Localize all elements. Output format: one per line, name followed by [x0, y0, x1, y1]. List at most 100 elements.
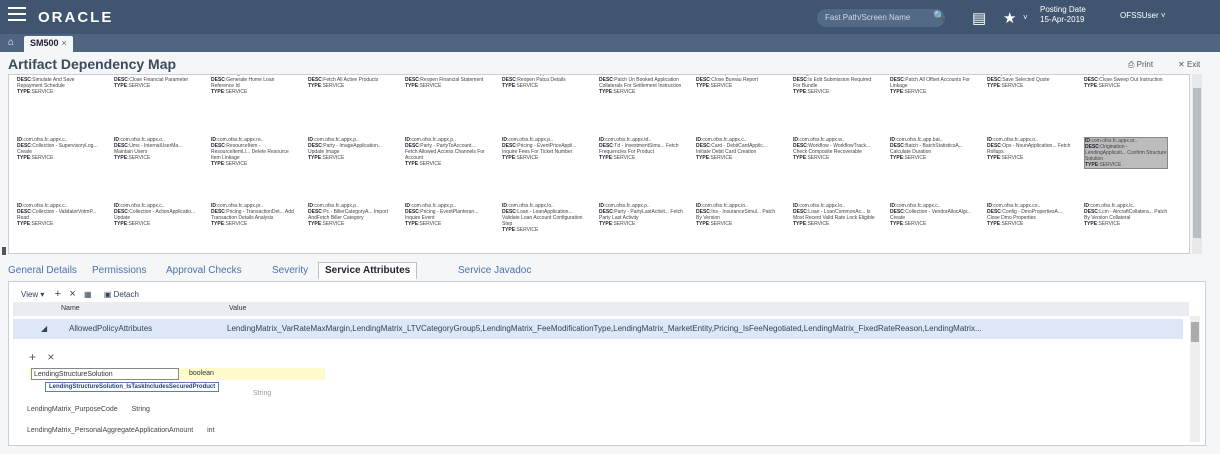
- dependency-card[interactable]: ID:com.ofss.fc.appx.or.. DESC:Origination…: [1084, 137, 1168, 169]
- dependency-card[interactable]: ID:com.ofss.fc.appx.w.. DESC:Workflow - W…: [793, 137, 877, 161]
- dependency-card[interactable]: ID:PatcaDetailsApp... DESC:Reopen Patca D…: [502, 75, 586, 89]
- card-desc: DESC:Config - DmoPropertiesA... Close Dm…: [987, 209, 1063, 221]
- list-icon[interactable]: ▤: [972, 9, 986, 27]
- attr-name: LendingMatrix_PurposeCode: [27, 406, 118, 413]
- dependency-card[interactable]: ID:BorrowingPower-... DESC:Generate Home …: [211, 75, 295, 95]
- dependency-card[interactable]: ID:com.ofss.fc.appx.c.. DESC:Card - Debit…: [696, 137, 780, 161]
- card-type: TYPE:SERVICE: [696, 155, 733, 161]
- autocomplete-suggestion[interactable]: LendingStructureSolution_IsTaskIncludesS…: [45, 382, 220, 392]
- table-header: Name Value: [13, 302, 1189, 316]
- posting-date-label: Posting Date: [1040, 5, 1086, 14]
- scroll-thumb[interactable]: [1191, 322, 1199, 342]
- star-icon[interactable]: ★: [1003, 9, 1016, 27]
- dependency-card[interactable]: ID:com.ofss.fc.appx.o.. DESC:Ums - Intern…: [114, 137, 198, 161]
- dependency-card[interactable]: ID:LoanScheduleSi... DESC:Simulate And Sa…: [17, 75, 101, 95]
- dependency-card[interactable]: ID:CollateralSettle... DESC:Patch Un Book…: [599, 75, 683, 95]
- card-desc: DESC:Patch Un Booked Application Collate…: [599, 77, 682, 89]
- tab-severity[interactable]: Severity: [272, 265, 308, 276]
- card-type: TYPE:SERVICE: [17, 221, 54, 227]
- delete-icon[interactable]: ×: [47, 350, 54, 364]
- scroll-thumb[interactable]: [1193, 88, 1201, 238]
- add-icon[interactable]: +: [55, 288, 61, 300]
- dependency-card[interactable]: ID:FinancialStatem... DESC:Reopen Financi…: [405, 75, 489, 89]
- dependency-card[interactable]: ID:com.ofss.fc.appx.p.. DESC:Party - Imag…: [308, 137, 392, 161]
- col-name-header[interactable]: Name: [61, 305, 80, 312]
- card-type: TYPE:SERVICE: [890, 89, 927, 95]
- delete-icon[interactable]: ×: [69, 288, 75, 300]
- dependency-card[interactable]: ID:com.ofss.fc.appx.lc.. DESC:Lcm - Aircr…: [1084, 203, 1168, 227]
- dependency-card[interactable]: ID:ProductMarkSel... DESC:Fetch All Activ…: [308, 75, 392, 89]
- card-desc: DESC:Lcm - AircraftCollatera... Patch By…: [1084, 209, 1168, 221]
- card-type: TYPE:SERVICE: [114, 221, 151, 227]
- dependency-card[interactable]: ID:com.ofss.fc.appx.o.. DESC:Ops - NounAp…: [987, 137, 1071, 161]
- dependency-card[interactable]: ID:com.ofss.fc.appx.pr.. DESC:Pricing - T…: [211, 203, 295, 227]
- dependency-card[interactable]: ID:com.ofss.fc.appx.p.. DESC:Pc - BillerC…: [308, 203, 392, 227]
- card-type: TYPE:SERVICE: [308, 83, 345, 89]
- dependency-card[interactable]: ID:SweepOutInstru... DESC:Close Sweep Out…: [1084, 75, 1168, 89]
- print-button[interactable]: ⎙ Print: [1128, 60, 1153, 70]
- tab-sm500[interactable]: SM500 ×: [24, 36, 73, 52]
- type-field[interactable]: boolean: [189, 368, 214, 380]
- dependency-card[interactable]: ID:com.ofss.fc.appx.in.. DESC:Ins - Insur…: [696, 203, 780, 227]
- exit-button[interactable]: ✕ Exit: [1178, 60, 1200, 69]
- tab-permissions[interactable]: Permissions: [92, 265, 146, 276]
- detach-button[interactable]: Detach: [114, 290, 139, 299]
- tab-service-attributes[interactable]: Service Attributes: [318, 262, 418, 280]
- home-icon[interactable]: ⌂: [8, 37, 14, 48]
- close-icon[interactable]: ×: [62, 38, 67, 48]
- grid-scrollbar[interactable]: [1192, 74, 1202, 254]
- dependency-card[interactable]: ID:FinancialParam... DESC:Close Financial…: [114, 75, 198, 89]
- dependency-grid[interactable]: ID:LoanScheduleSi... DESC:Simulate And Sa…: [8, 74, 1190, 254]
- detach-icon[interactable]: ▣: [104, 290, 112, 299]
- search-icon[interactable]: 🔍: [933, 11, 945, 22]
- table-row[interactable]: ◢ AllowedPolicyAttributes LendingMatrix_…: [13, 319, 1183, 339]
- nested-toolbar: + ×: [29, 350, 54, 364]
- col-value-header[interactable]: Value: [229, 305, 246, 312]
- user-menu[interactable]: OFSSUser ˅: [1120, 11, 1166, 20]
- add-icon[interactable]: +: [29, 350, 36, 364]
- dependency-card[interactable]: ID:BureauReportAp... DESC:Close Bureau Re…: [696, 75, 780, 89]
- dependency-card[interactable]: ID:com.ofss.fc.appx.c.. DESC:Collection -…: [890, 203, 974, 227]
- splitter-handle[interactable]: [2, 247, 6, 255]
- view-menu[interactable]: View ▾: [21, 290, 44, 299]
- card-desc: DESC:Pc - BillerCategoryA... Import AndF…: [308, 209, 389, 221]
- card-type: TYPE:SERVICE: [502, 155, 539, 161]
- card-type: TYPE:SERVICE: [1084, 83, 1121, 89]
- dependency-card[interactable]: ID:PropertyInsuran... DESC:Save Selected …: [987, 75, 1071, 89]
- list-item[interactable]: LendingMatrix_PurposeCode String: [27, 406, 150, 413]
- card-desc: DESC:Party - PartyToAccount... Fetch All…: [405, 143, 485, 161]
- dependency-card[interactable]: ID:com.ofss.fc.app.bat.. DESC:Batch - Bat…: [890, 137, 974, 161]
- dependency-card[interactable]: ID:com.ofss.fc.appx.re.. DESC:ResourceIte…: [211, 137, 295, 167]
- tab-general-details[interactable]: General Details: [8, 265, 77, 276]
- tab-approval-checks[interactable]: Approval Checks: [166, 265, 242, 276]
- card-type: TYPE:SERVICE: [696, 221, 733, 227]
- card-desc: DESC:Pricing - EventPriceAppli... Inquir…: [502, 143, 577, 155]
- name-field[interactable]: LendingStructureSolution: [31, 368, 179, 380]
- freeze-icon[interactable]: ▦: [84, 290, 92, 299]
- chevron-down-icon[interactable]: ˅: [1023, 13, 1028, 22]
- dependency-card[interactable]: ID:OriginationBund... DESC:Is Edit Submis…: [793, 75, 877, 95]
- dependency-card[interactable]: ID:com.ofss.fc.appx.p.. DESC:Pricing - Ev…: [502, 137, 586, 161]
- dependency-card[interactable]: ID:com.ofss.fc.appx.td.. DESC:Td - Invest…: [599, 137, 683, 161]
- card-desc: DESC:Party - ImageApplication... Update …: [308, 143, 382, 155]
- dependency-card[interactable]: ID:DDAOffsetAccou... DESC:Patch All Offse…: [890, 75, 974, 95]
- card-type: TYPE:SERVICE: [987, 155, 1024, 161]
- dependency-card[interactable]: ID:com.ofss.fc.appx.lo.. DESC:Loan - Loan…: [502, 203, 586, 233]
- dependency-card[interactable]: ID:com.ofss.fc.appx.p.. DESC:Party - Part…: [599, 203, 683, 227]
- table-scrollbar[interactable]: [1190, 316, 1200, 442]
- card-type: TYPE:SERVICE: [405, 161, 442, 167]
- fast-path-input[interactable]: Fast Path/Screen Name: [817, 9, 945, 27]
- row-expand-icon[interactable]: ◢: [41, 319, 47, 339]
- menu-icon[interactable]: [8, 7, 26, 21]
- card-desc: DESC:Batch - BatchStatisticsA... Calcula…: [890, 143, 963, 155]
- edit-row[interactable]: LendingStructureSolution boolean: [29, 368, 325, 380]
- dependency-card[interactable]: ID:com.ofss.fc.appx.c.. DESC:Collection -…: [17, 137, 101, 161]
- dependency-card[interactable]: ID:com.ofss.fc.appx.c.. DESC:Collection -…: [114, 203, 198, 227]
- dependency-card[interactable]: ID:com.ofss.fc.appx.p.. DESC:Party - Part…: [405, 137, 489, 167]
- list-item[interactable]: LendingMatrix_PersonalAggregateApplicati…: [27, 427, 215, 434]
- dependency-card[interactable]: ID:com.ofss.fc.appx.p.. DESC:Pricing - Ev…: [405, 203, 489, 227]
- dependency-card[interactable]: ID:com.ofss.fc.appx.co.. DESC:Config - Dm…: [987, 203, 1071, 227]
- dependency-card[interactable]: ID:com.ofss.fc.appx.c.. DESC:Collection -…: [17, 203, 101, 227]
- tab-service-javadoc[interactable]: Service Javadoc: [458, 265, 531, 276]
- dependency-card[interactable]: ID:com.ofss.fc.appx.lo.. DESC:Loan - Loan…: [793, 203, 877, 227]
